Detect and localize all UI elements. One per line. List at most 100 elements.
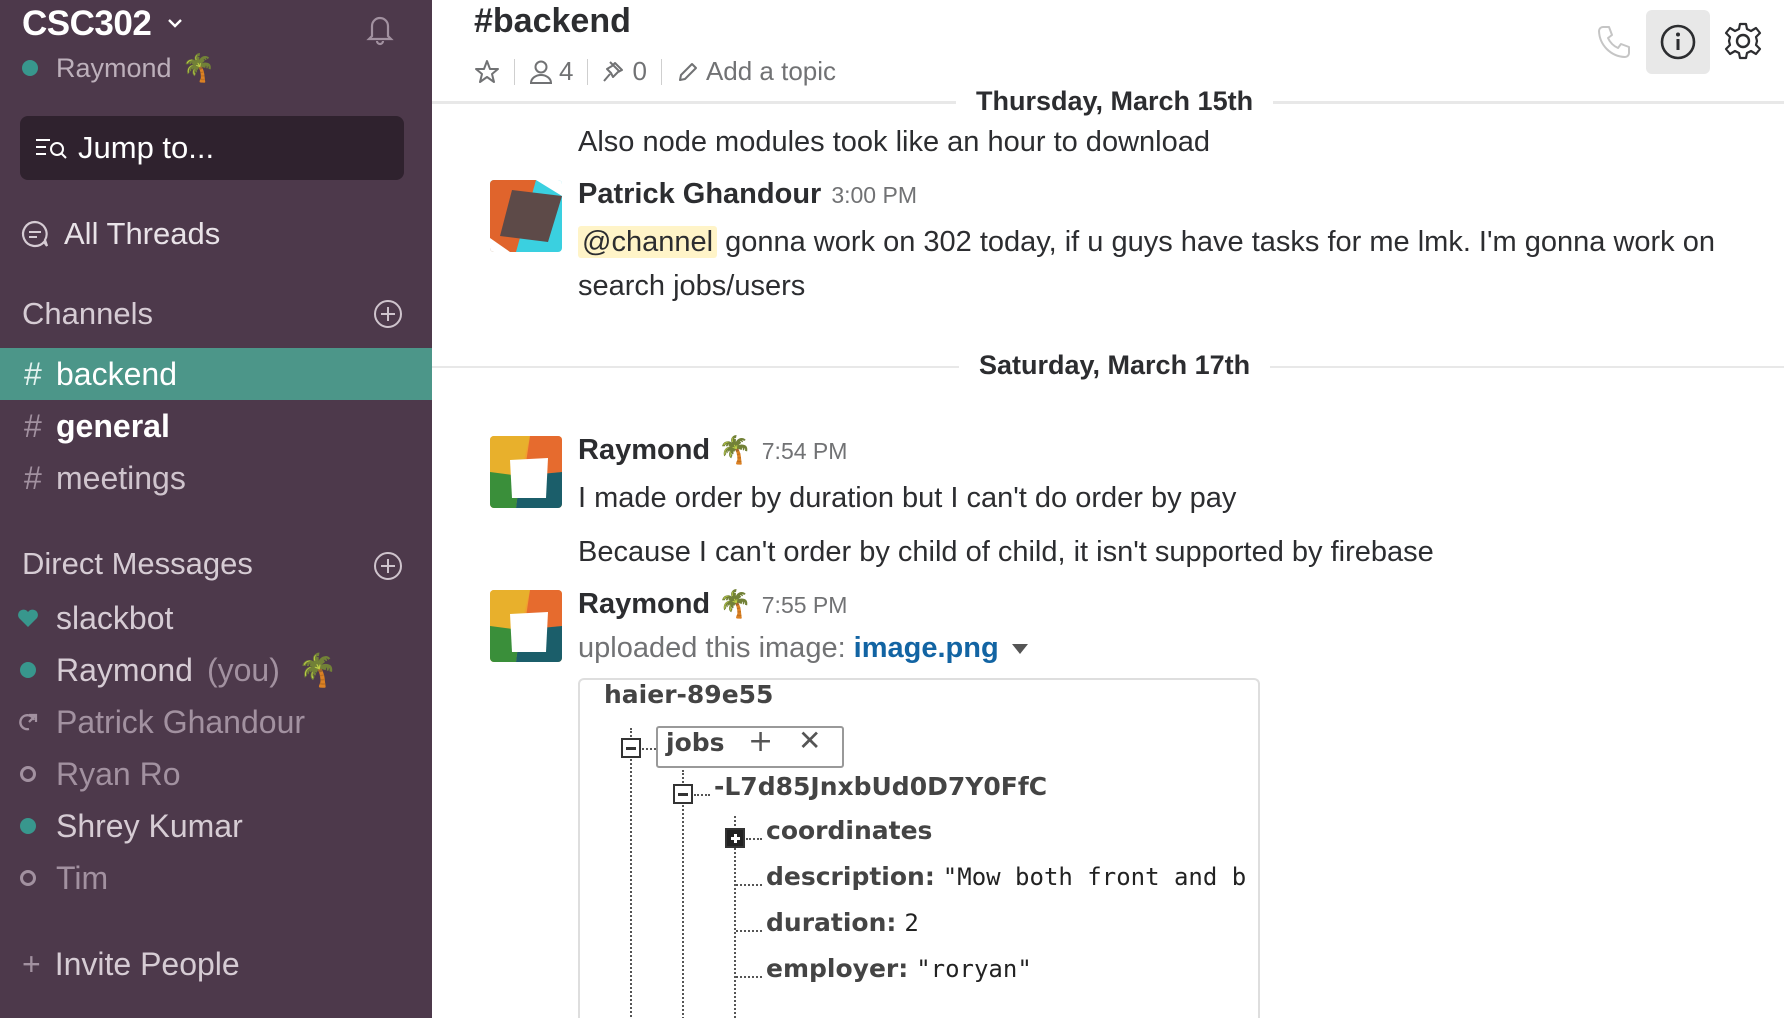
jump-to-label: Jump to... <box>78 130 215 165</box>
dm-label: Patrick Ghandour <box>56 703 306 740</box>
channels-header[interactable]: Channels <box>22 296 153 332</box>
invite-people-button[interactable]: + Invite People <box>22 946 240 983</box>
caret-down-icon[interactable] <box>1011 642 1029 656</box>
divider <box>587 58 589 85</box>
tree-line <box>736 976 762 978</box>
upload-prefix: uploaded this image: <box>578 632 846 664</box>
threads-icon <box>21 220 49 248</box>
dm-item-tim[interactable]: Tim <box>0 852 432 904</box>
node-jobs: jobs <box>666 728 725 757</box>
dm-label: Ryan Ro <box>56 755 181 792</box>
pinned-count[interactable]: 0 <box>632 56 646 87</box>
collapse-icon <box>673 784 693 804</box>
sidebar-item-meetings[interactable]: # meetings <box>0 452 432 504</box>
member-icon[interactable] <box>529 59 553 85</box>
timestamp[interactable]: 3:00 PM <box>831 182 917 209</box>
message-header: Patrick Ghandour 3:00 PM <box>578 178 917 211</box>
channel-title[interactable]: #backend <box>474 2 631 41</box>
message-header: Raymond 🌴 7:54 PM <box>578 434 847 467</box>
dm-item-raymond[interactable]: Raymond (you) 🌴 <box>0 644 432 696</box>
dm-label: slackbot <box>56 599 174 636</box>
gear-icon[interactable] <box>1722 20 1764 62</box>
node-id: -L7d85JnxbUd0D7Y0FfC <box>714 772 1048 801</box>
presence-online-icon <box>22 60 38 76</box>
team-name[interactable]: CSC302 <box>22 4 152 44</box>
day-label: Saturday, March 17th <box>959 350 1271 381</box>
dm-item-slackbot[interactable]: slackbot <box>0 592 432 644</box>
expand-icon <box>725 828 745 848</box>
sidebar-item-general[interactable]: # general <box>0 400 432 452</box>
field-duration: duration: 2 <box>766 908 919 937</box>
sender-name[interactable]: Raymond <box>578 434 710 467</box>
invite-label: Invite People <box>54 946 240 982</box>
channel-label: backend <box>56 355 177 392</box>
avatar[interactable] <box>490 180 562 252</box>
sender-name[interactable]: Raymond <box>578 588 710 621</box>
sidebar: CSC302 Raymond 🌴 Jump to... All Threads … <box>0 0 432 1018</box>
chevron-down-icon[interactable] <box>166 14 184 32</box>
avatar-patrick-image <box>490 180 562 252</box>
tree-line <box>736 884 762 886</box>
hash-icon: # <box>24 459 42 496</box>
timestamp[interactable]: 7:54 PM <box>762 438 848 465</box>
phone-icon[interactable] <box>1594 22 1634 62</box>
channel-meta: 4 0 Add a topic <box>474 56 836 87</box>
you-suffix: (you) <box>206 651 280 688</box>
divider <box>514 58 515 85</box>
add-topic-link[interactable]: Add a topic <box>706 56 836 87</box>
tree-line <box>630 728 632 1018</box>
plus-icon: + <box>22 946 41 982</box>
search-list-icon <box>36 139 67 159</box>
sender-name[interactable]: Patrick Ghandour <box>578 178 821 211</box>
node-coordinates: coordinates <box>766 816 933 845</box>
close-icon: ✕ <box>798 724 822 757</box>
divider <box>660 58 662 85</box>
channel-mention[interactable]: @channel <box>578 226 718 258</box>
message-header: Raymond 🌴 7:55 PM <box>578 588 847 621</box>
field-description: description: "Mow both front and b <box>766 862 1247 891</box>
add-dm-icon[interactable] <box>372 550 404 582</box>
presence-online-icon <box>20 662 36 678</box>
image-preview[interactable]: haier-89e55 jobs + ✕ -L7d85JnxbUd0D7Y0Ff… <box>578 678 1260 1018</box>
all-threads-label: All Threads <box>64 216 221 251</box>
info-icon <box>1660 24 1696 60</box>
hash-icon: # <box>24 355 42 392</box>
image-link[interactable]: image.png <box>854 632 999 665</box>
all-threads-item[interactable]: All Threads <box>20 216 220 252</box>
message-body: @channel gonna work on 302 today, if u g… <box>578 220 1715 264</box>
avatar[interactable] <box>490 436 562 508</box>
heart-icon <box>18 609 38 627</box>
tree-line <box>682 770 684 1018</box>
jump-to-button[interactable]: Jump to... <box>20 116 404 180</box>
sidebar-item-backend[interactable]: # backend <box>0 348 432 400</box>
avatar-raymond-image <box>490 590 562 662</box>
pin-icon[interactable] <box>602 59 626 85</box>
collapse-icon <box>621 738 641 758</box>
star-icon[interactable] <box>474 59 500 85</box>
channel-label: meetings <box>56 459 186 496</box>
presence-offline-icon <box>20 766 36 782</box>
dm-item-patrick-ghandour[interactable]: Patrick Ghandour <box>0 696 432 748</box>
tree-line <box>736 930 762 932</box>
timestamp[interactable]: 7:55 PM <box>762 592 848 619</box>
add-channel-icon[interactable] <box>372 298 404 330</box>
dm-label: Raymond <box>56 651 193 688</box>
current-user[interactable]: Raymond 🌴 <box>22 52 215 84</box>
bell-icon[interactable] <box>360 8 400 48</box>
dm-item-shrey-kumar[interactable]: Shrey Kumar <box>0 800 432 852</box>
message-text: gonna work on 302 today, if u guys have … <box>717 226 1715 258</box>
pencil-icon[interactable] <box>676 60 700 84</box>
channel-info-button[interactable] <box>1646 10 1710 74</box>
direct-messages-header[interactable]: Direct Messages <box>22 546 253 582</box>
firebase-root: haier-89e55 <box>604 680 774 709</box>
dm-label: Tim <box>56 859 109 896</box>
message-text: I made order by duration but I can't do … <box>578 482 1237 514</box>
tree-line <box>694 794 710 796</box>
avatar[interactable] <box>490 590 562 662</box>
field-employer: employer: "roryan" <box>766 954 1032 983</box>
dm-item-ryan-ro[interactable]: Ryan Ro <box>0 748 432 800</box>
member-count[interactable]: 4 <box>559 56 573 87</box>
shared-link-icon <box>19 713 38 731</box>
dm-label: Shrey Kumar <box>56 807 243 844</box>
current-user-name: Raymond <box>56 52 172 83</box>
